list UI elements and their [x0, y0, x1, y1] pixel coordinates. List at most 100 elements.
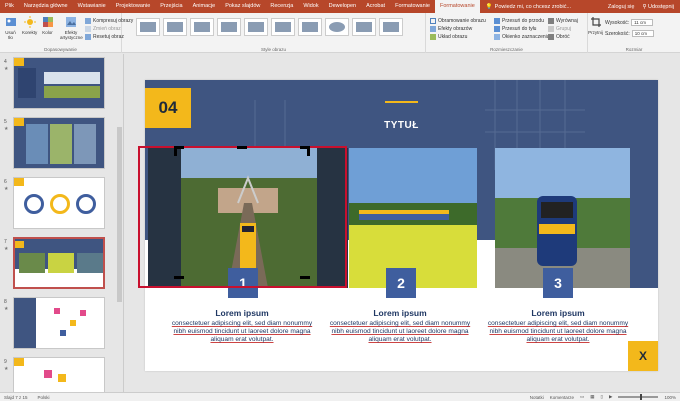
sign-in-link[interactable]: Zaloguj się [608, 4, 635, 10]
tab-format-picture[interactable]: Formatowanie [434, 0, 480, 13]
animation-star-icon: ★ [4, 66, 9, 72]
crop-icon [590, 17, 601, 27]
tab-acrobat[interactable]: Acrobat [361, 0, 390, 13]
picture-style-3[interactable] [190, 18, 214, 36]
corrections-label: Korekty [22, 30, 38, 35]
picture-style-8[interactable] [325, 18, 349, 36]
color-button[interactable]: Kolor [40, 16, 55, 35]
column-body-text[interactable]: consectetuer adipiscing elit, sed diam n… [483, 320, 633, 344]
slide-thumbnail[interactable]: 6 ★ [0, 177, 118, 235]
slide-thumbnail[interactable]: 4 ★ [0, 57, 118, 115]
column-body-text[interactable]: consectetuer adipiscing elit, sed diam n… [325, 320, 475, 344]
color-label: Kolor [42, 30, 53, 35]
normal-view-icon[interactable]: ▭ [580, 394, 584, 400]
width-label: Szerokość: [605, 30, 630, 37]
corrections-button[interactable]: Korekty [22, 16, 37, 35]
crop-handle[interactable] [300, 276, 310, 279]
sorter-view-icon[interactable]: ▦ [590, 394, 594, 400]
tab-slideshow[interactable]: Pokaz slajdów [220, 0, 265, 13]
thumbnail-scrollbar[interactable] [116, 54, 123, 392]
picture-effects-label: Efekty obrazów [438, 25, 473, 32]
align-button[interactable]: Wyrównaj [548, 17, 578, 24]
picture-style-7[interactable] [298, 18, 322, 36]
train-station-photo[interactable] [495, 148, 658, 288]
slide-thumbnail-preview [13, 237, 105, 289]
slide-number: 5 [4, 119, 7, 125]
crop-handle[interactable] [174, 276, 184, 279]
change-picture-button[interactable]: Zmień obraz [85, 25, 121, 32]
column-number-box[interactable]: 3 [543, 268, 573, 298]
tab-design[interactable]: Projektowanie [111, 0, 156, 13]
tab-developer[interactable]: Dewelopen [324, 0, 362, 13]
notes-button[interactable]: Notatki [530, 395, 544, 400]
picture-style-2[interactable] [163, 18, 187, 36]
tab-file[interactable]: Plik [0, 0, 19, 13]
tab-animations[interactable]: Animacje [188, 0, 221, 13]
rotate-button[interactable]: Obróć [548, 33, 570, 40]
share-button[interactable]: ⚲ Udostępnij [642, 4, 674, 10]
picture-style-4[interactable] [217, 18, 241, 36]
arrange-group-label: Rozmieszczanie [490, 47, 523, 52]
height-input[interactable]: 11 cm [631, 19, 654, 26]
picture-style-1[interactable] [136, 18, 160, 36]
reset-picture-button[interactable]: Resetuj obraz [85, 33, 124, 40]
picture-style-5[interactable] [244, 18, 268, 36]
column-heading[interactable]: Lorem ipsum [325, 308, 475, 318]
ribbon-group-adjust: Usuń tło Korekty Kolor Efekty artystyczn… [0, 13, 133, 53]
crop-handle[interactable] [307, 146, 310, 156]
group-icon [548, 25, 554, 32]
train-rapeseed-photo[interactable] [349, 148, 477, 288]
slide-thumbnail[interactable]: 5 ★ [0, 117, 118, 175]
column-number-box[interactable]: 2 [386, 268, 416, 298]
group-button[interactable]: Grupuj [548, 25, 571, 32]
picture-border-button[interactable]: Obramowanie obrazu [430, 17, 486, 24]
zoom-slider-thumb[interactable] [640, 394, 643, 400]
corner-badge[interactable]: X [628, 341, 658, 371]
size-group-label: Rozmiar [625, 47, 643, 52]
selection-pane-button[interactable]: Okienko zaznaczenia [494, 33, 550, 40]
crop-handle[interactable] [237, 146, 247, 149]
crop-label: Przytnij [588, 30, 603, 35]
language-indicator[interactable]: Polski [38, 395, 50, 400]
comments-button[interactable]: Komentarze [550, 395, 574, 400]
artistic-effects-button[interactable]: Efekty artystyczne [60, 16, 83, 40]
zoom-slider[interactable] [618, 394, 659, 400]
bring-forward-button[interactable]: Przesuń do przodu [494, 17, 544, 24]
send-backward-button[interactable]: Przesuń do tyłu [494, 25, 536, 32]
animation-star-icon: ★ [4, 126, 9, 132]
zoom-level[interactable]: 100% [664, 395, 676, 400]
remove-background-button[interactable]: Usuń tło [3, 16, 18, 40]
column-heading[interactable]: Lorem ipsum [167, 308, 317, 318]
tab-transitions[interactable]: Przejścia [155, 0, 187, 13]
picture-style-6[interactable] [271, 18, 295, 36]
slideshow-view-icon[interactable]: ▶ [609, 394, 612, 400]
slide-thumbnail-selected[interactable]: 7 ★ [0, 237, 118, 295]
crop-button[interactable]: Przytnij [588, 16, 603, 35]
tab-review[interactable]: Recenzja [265, 0, 298, 13]
tab-insert[interactable]: Wstawianie [73, 0, 111, 13]
picture-style-9[interactable] [352, 18, 376, 36]
picture-effects-button[interactable]: Efekty obrazów [430, 25, 472, 32]
slide-thumbnail[interactable]: 9 ★ [0, 357, 118, 392]
reading-view-icon[interactable]: ▯ [601, 394, 603, 400]
tab-home[interactable]: Narzędzia główne [19, 0, 73, 13]
picture-style-10[interactable] [379, 18, 403, 36]
status-bar: Slajd 7 z 15 Polski Notatki Komentarze ▭… [0, 392, 680, 401]
change-picture-label: Zmień obraz [93, 25, 121, 32]
ribbon-group-size: Przytnij Wysokość: 11 cm Szerokość: 10 c… [588, 13, 680, 53]
reset-picture-icon [85, 33, 91, 40]
person-icon: ⚲ [642, 3, 647, 10]
crop-handle[interactable] [174, 146, 177, 156]
column-body-text[interactable]: consectetuer adipiscing elit, sed diam n… [167, 320, 317, 344]
tab-view[interactable]: Widok [298, 0, 323, 13]
tab-format-shape[interactable]: Formatowanie [390, 0, 435, 13]
column-heading[interactable]: Lorem ipsum [483, 308, 633, 318]
picture-layout-label: Układ obrazu [438, 33, 468, 40]
width-input[interactable]: 10 cm [631, 30, 654, 37]
scrollbar-thumb[interactable] [117, 127, 122, 302]
slide-thumbnail[interactable]: 8 ★ [0, 297, 118, 355]
slide-title[interactable]: TYTUŁ [145, 120, 658, 131]
crop-selection-frame[interactable] [138, 146, 347, 288]
tell-me-box[interactable]: 💡 Powiedz mi, co chcesz zrobić... [486, 4, 571, 10]
picture-layout-button[interactable]: Układ obrazu [430, 33, 467, 40]
